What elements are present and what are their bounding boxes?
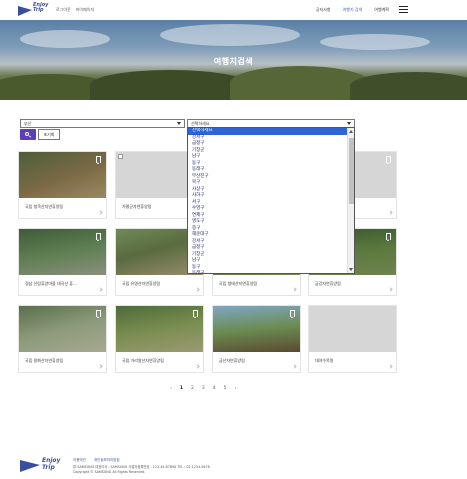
region-select[interactable]: 부산 [20,119,185,128]
paper-plane-icon [18,6,32,16]
header-nav: 공지사항 여행지 검색 여행계획 [316,7,389,13]
attraction-thumbnail [213,306,300,352]
attraction-card[interactable]: 국립 청옥산자연휴양림 [18,151,107,219]
bookmark-icon[interactable] [96,310,101,318]
bookmark-icon[interactable] [386,233,391,241]
tree-shape [230,66,370,100]
page-prev[interactable]: ‹ [170,386,172,391]
page-1[interactable]: 1 [180,386,183,391]
attraction-card[interactable]: 국립 가리왕산자연휴양림 [115,305,204,373]
chevron-down-icon [177,122,181,125]
nav-plan[interactable]: 여행계획 [374,7,389,13]
bookmark-icon[interactable] [96,233,101,241]
attraction-thumbnail [19,152,106,198]
dropdown-options: 선택하세요 강서구 금정구 기장군 남구 동구 동래구 부산진구 북구 사상구 사하구 서구 수영구 연제… [188,128,354,273]
attraction-thumbnail [19,306,106,352]
region-select-value: 부산 [24,121,32,126]
scroll-down-icon[interactable] [349,268,353,271]
enjoytrip-logo[interactable]: Enjoy Trip [18,3,52,17]
footer-logo[interactable]: Enjoy Trip [20,456,66,472]
tree-shape [350,72,467,100]
attraction-card[interactable]: 금산자연휴양림 [212,305,301,373]
privacy-link[interactable]: 개인정보처리방침 [94,458,120,463]
cloud-shape [320,34,430,50]
chevron-right-icon [388,210,393,215]
chevron-right-icon [388,287,393,292]
attraction-title: 국립 청태산자연휴양림 [219,281,258,286]
bookmark-icon[interactable] [96,156,101,164]
page-title: 여행지검색 [213,57,254,66]
attraction-title: 금강자연휴양림 [315,281,341,286]
logout-link[interactable]: 로그아웃 [56,7,71,13]
chevron-right-icon [195,364,200,369]
search-button[interactable] [20,129,36,140]
attraction-thumbnail [116,306,203,352]
nav-notice[interactable]: 공지사항 [316,7,331,13]
chevron-right-icon [98,364,103,369]
chevron-right-icon [98,287,103,292]
bookmark-icon[interactable] [386,156,391,164]
cloud-shape [20,30,110,48]
search-icon [25,132,29,136]
dropdown-scrollbar[interactable] [347,128,354,273]
paper-plane-icon [20,460,40,472]
tree-shape [90,70,250,100]
attraction-thumbnail [19,229,106,275]
bookmark-icon[interactable] [290,310,295,318]
cloud-shape [160,24,300,46]
chevron-right-icon [292,287,297,292]
attraction-card[interactable]: 대야수목원 [308,305,397,373]
page-2[interactable]: 2 [191,386,194,391]
page-5[interactable]: 5 [224,386,227,391]
terms-link[interactable]: 이용약관 [73,458,86,463]
chevron-right-icon [195,287,200,292]
footer-links: 이용약관 개인정보처리방침 [73,458,120,463]
broken-image-icon [118,154,123,159]
attraction-card[interactable]: 국립 용화산자연휴양림 [18,305,107,373]
attraction-title: 국립 유명산자연휴양림 [122,281,161,286]
dropdown-option[interactable]: 동래구 [188,271,354,273]
header-user-links: 로그아웃 마이페이지 [56,7,94,13]
scroll-up-icon[interactable] [349,130,353,133]
page-next[interactable]: › [234,386,236,391]
copyright: Copyright © SAMSUNG All Rights Reserved. [73,469,146,474]
attraction-title: 대야수목원 [315,358,334,363]
chevron-right-icon [388,364,393,369]
attraction-title: 금산자연휴양림 [219,358,245,363]
attraction-title: 국립 가리왕산자연휴양림 [122,358,164,363]
attraction-card[interactable]: 경남 산림휴양마을 대곡산 휴… [18,228,107,296]
district-select-value: 선택하세요 [191,121,210,126]
pagination: ‹ 1 2 3 4 5 › [170,386,236,391]
bookmark-icon[interactable] [193,310,198,318]
mypage-link[interactable]: 마이페이지 [76,7,94,13]
chevron-right-icon [98,210,103,215]
footer-logo-text: Enjoy Trip [42,457,61,471]
reset-button[interactable]: 초기화 [38,129,60,140]
logo-text: Enjoy Trip [33,2,49,13]
attraction-title: 국립 청옥산자연휴양림 [25,204,64,209]
chevron-down-icon [347,122,351,125]
attraction-title: 국립 용화산자연휴양림 [25,358,64,363]
footer-info: ㈜ SAMSUNG 대표이사 : SAMSUNG 사업자등록번호 : 123-4… [73,465,273,474]
nav-search[interactable]: 여행지 검색 [343,7,363,13]
top-header: Enjoy Trip 로그아웃 마이페이지 공지사항 여행지 검색 여행계획 [0,0,467,20]
hero-banner: 여행지검색 [0,20,467,100]
district-dropdown-list[interactable]: 선택하세요 강서구 금정구 기장군 남구 동구 동래구 부산진구 북구 사상구 사하구 서구 수영구 연제… [187,127,355,274]
page-4[interactable]: 4 [213,386,216,391]
attraction-title: 경남 산림휴양마을 대곡산 휴… [25,281,77,286]
page-3[interactable]: 3 [202,386,205,391]
attraction-thumbnail [309,306,396,352]
hamburger-menu-icon[interactable] [399,6,408,13]
scroll-thumb[interactable] [349,138,354,204]
chevron-right-icon [292,364,297,369]
